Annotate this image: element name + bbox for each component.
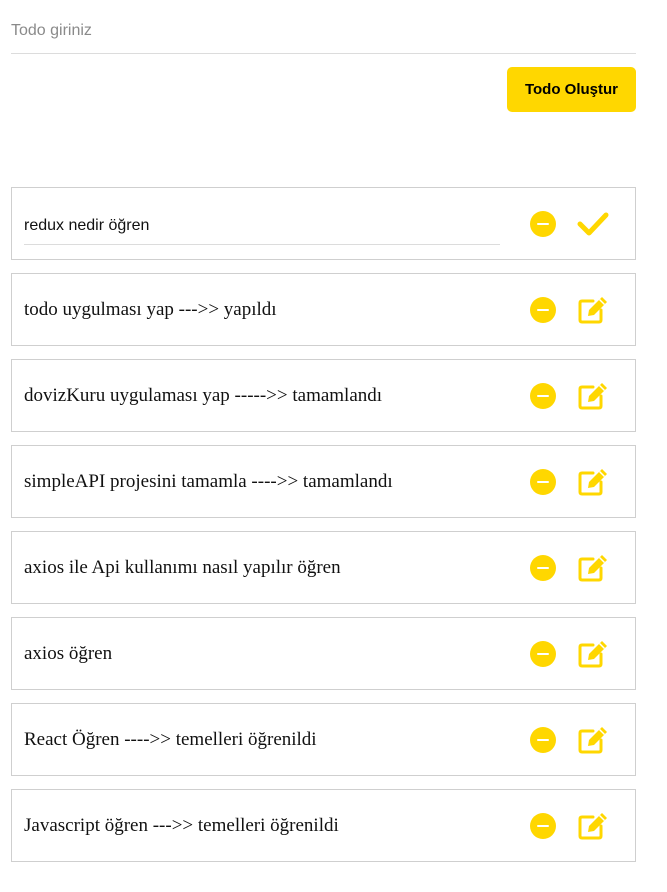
todo-text: axios öğren — [24, 642, 113, 664]
todo-item: Javascript öğren --->> temelleri öğrenil… — [11, 789, 636, 862]
minus-circle-icon[interactable] — [525, 722, 561, 758]
todo-edit-input[interactable] — [24, 207, 500, 245]
todo-text: simpleAPI projesini tamamla ---->> tamam… — [24, 470, 393, 492]
todo-item: simpleAPI projesini tamamla ---->> tamam… — [11, 445, 636, 518]
todo-input-wrapper — [11, 10, 636, 54]
minus-circle-icon[interactable] — [525, 636, 561, 672]
todo-item: todo uygulması yap --->> yapıldı — [11, 273, 636, 346]
todo-item — [11, 187, 636, 260]
edit-icon[interactable] — [575, 808, 611, 844]
create-todo-button[interactable]: Todo Oluştur — [507, 67, 636, 112]
todo-input[interactable] — [11, 10, 636, 52]
minus-circle-icon[interactable] — [525, 378, 561, 414]
edit-icon[interactable] — [575, 378, 611, 414]
edit-icon[interactable] — [575, 292, 611, 328]
todo-item: React Öğren ---->> temelleri öğrenildi — [11, 703, 636, 776]
minus-circle-icon[interactable] — [525, 292, 561, 328]
todo-item: axios ile Api kullanımı nasıl yapılır öğ… — [11, 531, 636, 604]
minus-circle-icon[interactable] — [525, 550, 561, 586]
todo-text: React Öğren ---->> temelleri öğrenildi — [24, 728, 317, 750]
todo-text: todo uygulması yap --->> yapıldı — [24, 298, 277, 320]
todo-text: dovizKuru uygulaması yap ----->> tamamla… — [24, 384, 383, 406]
check-icon[interactable] — [575, 206, 611, 242]
todo-item: axios öğren — [11, 617, 636, 690]
todo-text: Javascript öğren --->> temelleri öğrenil… — [24, 814, 339, 836]
minus-circle-icon[interactable] — [525, 808, 561, 844]
edit-icon[interactable] — [575, 636, 611, 672]
edit-icon[interactable] — [575, 464, 611, 500]
edit-icon[interactable] — [575, 722, 611, 758]
todo-list: todo uygulması yap --->> yapıldı dovizKur… — [11, 187, 636, 875]
todo-text: axios ile Api kullanımı nasıl yapılır öğ… — [24, 556, 341, 578]
minus-circle-icon[interactable] — [525, 206, 561, 242]
minus-circle-icon[interactable] — [525, 464, 561, 500]
edit-icon[interactable] — [575, 550, 611, 586]
todo-item: dovizKuru uygulaması yap ----->> tamamla… — [11, 359, 636, 432]
